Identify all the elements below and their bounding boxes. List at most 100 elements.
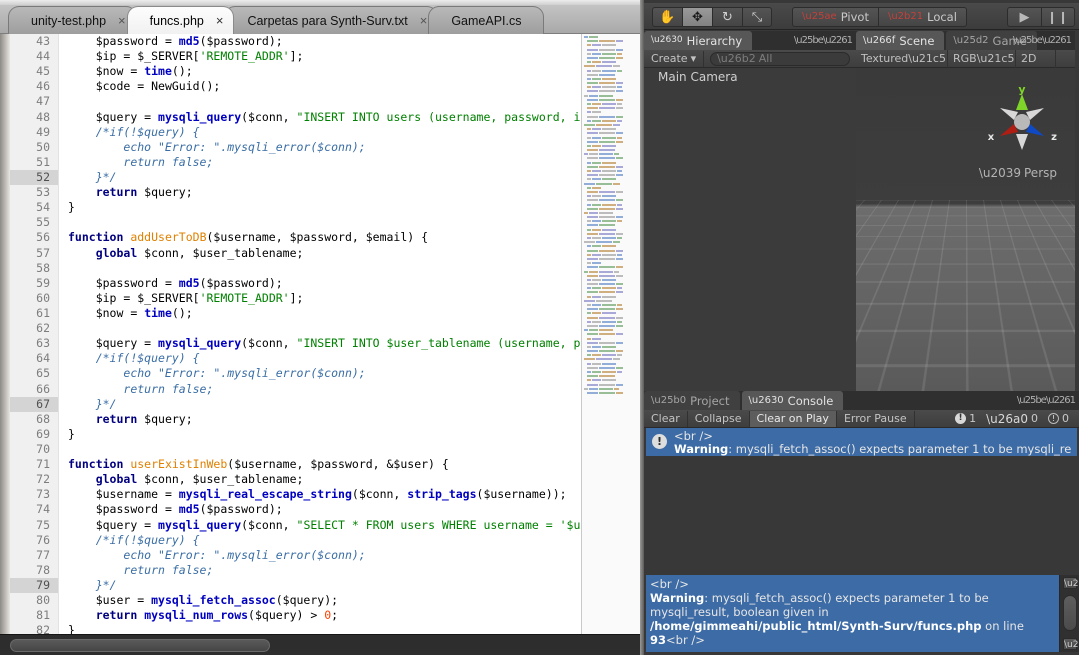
perspective-label[interactable]: \u2039 Persp <box>979 166 1057 180</box>
move-tool[interactable]: ✥ <box>682 7 712 27</box>
code-line[interactable]: $username = mysqli_real_escape_string($c… <box>66 487 580 502</box>
line-number: 69 <box>36 426 50 441</box>
code-line[interactable] <box>66 442 580 457</box>
console-options-icon[interactable]: \u25be\u2261 <box>1017 395 1076 406</box>
error-pause-button[interactable]: Error Pause <box>837 410 915 427</box>
code-line[interactable] <box>66 321 580 336</box>
collapse-button[interactable]: Collapse <box>688 410 750 427</box>
console-detail-pane[interactable]: <br /> Warning: mysqli_fetch_assoc() exp… <box>646 575 1059 652</box>
code-minimap[interactable] <box>581 34 640 634</box>
editor-tab-2[interactable]: Carpetas para Synth-Surv.txt × <box>224 6 439 34</box>
scene-axis-gizmo[interactable]: y x z <box>983 84 1061 162</box>
code-line[interactable]: }*/ <box>66 170 580 185</box>
close-icon[interactable]: × <box>118 14 126 27</box>
log-error-icon: ! <box>652 434 667 449</box>
svg-text:x: x <box>988 132 995 143</box>
code-line[interactable]: return $query; <box>66 185 580 200</box>
code-line[interactable]: $password = md5($password); <box>66 34 580 49</box>
draw-mode-dropdown[interactable]: Textured \u21c5 <box>856 49 948 68</box>
horizontal-scrollbar[interactable] <box>0 634 640 655</box>
editor-tab-1[interactable]: funcs.php × <box>126 6 235 34</box>
scroll-down-arrow-icon[interactable]: \u25bc <box>1063 638 1079 650</box>
code-line[interactable]: $query = mysqli_query($conn, "INSERT INT… <box>66 336 580 351</box>
code-line[interactable]: $query = mysqli_query($conn, "SELECT * F… <box>66 518 580 533</box>
code-line[interactable]: $code = NewGuid(); <box>66 79 580 94</box>
code-line[interactable]: $now = time(); <box>66 64 580 79</box>
code-line[interactable]: $ip = $_SERVER['REMOTE_ADDR']; <box>66 49 580 64</box>
scene-options-icon[interactable]: \u25be\u2261 <box>1013 35 1072 46</box>
code-line[interactable] <box>66 261 580 276</box>
hierarchy-search-input[interactable]: \u26b2 All <box>710 51 850 66</box>
line-number: 63 <box>36 336 50 351</box>
tab-project[interactable]: \u25b0 Project <box>644 391 740 410</box>
hand-tool[interactable]: ✋ <box>652 7 682 27</box>
code-line[interactable]: return $query; <box>66 412 580 427</box>
code-line[interactable]: $query = mysqli_query($conn, "INSERT INT… <box>66 110 580 125</box>
code-line[interactable] <box>66 94 580 109</box>
editor-left-edge <box>0 34 10 634</box>
line-number: 64 <box>36 351 50 366</box>
code-line[interactable]: return mysqli_num_rows($query) > 0; <box>66 608 580 623</box>
scroll-up-arrow-icon[interactable]: \u25b2 <box>1063 577 1079 589</box>
color-mode-dropdown[interactable]: RGB \u21c5 <box>948 49 1016 68</box>
code-line[interactable]: /*if(!$query) { <box>66 351 580 366</box>
console-log-entry[interactable]: ! <br /> Warning: mysqli_fetch_assoc() e… <box>646 428 1077 456</box>
line-number: 50 <box>36 139 50 154</box>
rotate-tool[interactable]: ↻ <box>712 7 742 27</box>
tab-scene[interactable]: \u266f Scene <box>856 31 945 50</box>
code-line[interactable]: echo "Error: ".mysqli_error($conn); <box>66 548 580 563</box>
code-line[interactable]: $password = md5($password); <box>66 276 580 291</box>
code-line[interactable]: }*/ <box>66 578 580 593</box>
code-line[interactable]: echo "Error: ".mysqli_error($conn); <box>66 366 580 381</box>
warning-counter[interactable]: \u26a0 0 <box>982 412 1042 425</box>
detail-scrollbar[interactable]: \u25b2 \u25bc <box>1059 575 1079 652</box>
code-line[interactable]: } <box>66 200 580 215</box>
hierarchy-tab-row: \u2630 Hierarchy \u25be\u2261 <box>644 31 856 50</box>
close-icon[interactable]: × <box>420 14 428 27</box>
horizontal-scrollbar-thumb[interactable] <box>10 639 270 652</box>
toggle-2d[interactable]: 2D <box>1016 49 1056 68</box>
detail-scrollbar-thumb[interactable] <box>1063 595 1077 631</box>
error-counter[interactable]: ! 1 <box>951 412 980 425</box>
code-line[interactable]: $password = md5($password); <box>66 502 580 517</box>
create-button[interactable]: Create ▾ <box>644 50 705 67</box>
code-text[interactable]: $password = md5($password); $ip = $_SERV… <box>66 34 580 634</box>
pivot-toggle[interactable]: \u25ae Pivot <box>792 7 878 27</box>
info-counter[interactable]: ! 0 <box>1044 412 1073 425</box>
code-line[interactable]: global $conn, $user_tablename; <box>66 472 580 487</box>
tab-console[interactable]: \u2630 Console <box>741 391 844 410</box>
clear-on-play-button[interactable]: Clear on Play <box>749 410 837 427</box>
play-button[interactable]: ▶ <box>1007 7 1041 27</box>
scale-tool[interactable]: ⤡ <box>742 7 772 27</box>
close-icon[interactable]: × <box>216 14 224 27</box>
editor-tab-0[interactable]: unity-test.php × <box>8 6 137 34</box>
code-line[interactable]: /*if(!$query) { <box>66 533 580 548</box>
editor-tab-3[interactable]: GameAPI.cs <box>428 6 545 34</box>
hierarchy-list[interactable]: Main Camera <box>644 68 856 391</box>
detail-line-1: <br /> <box>650 577 689 591</box>
code-line[interactable]: $now = time(); <box>66 306 580 321</box>
code-line[interactable]: $user = mysqli_fetch_assoc($query); <box>66 593 580 608</box>
code-line[interactable]: }*/ <box>66 397 580 412</box>
code-line[interactable]: function addUserToDB($username, $passwor… <box>66 230 580 245</box>
code-line[interactable]: echo "Error: ".mysqli_error($conn); <box>66 140 580 155</box>
code-line[interactable]: return false; <box>66 155 580 170</box>
hierarchy-item-0[interactable]: Main Camera <box>644 68 856 85</box>
console-icon: \u2630 <box>748 394 784 406</box>
code-line[interactable]: return false; <box>66 382 580 397</box>
tab-hierarchy[interactable]: \u2630 Hierarchy <box>644 31 753 50</box>
local-toggle[interactable]: \u2b21 Local <box>877 7 967 27</box>
pause-button[interactable]: ❙❙ <box>1041 7 1075 27</box>
code-line[interactable]: $ip = $_SERVER['REMOTE_ADDR']; <box>66 291 580 306</box>
code-line[interactable]: global $conn, $user_tablename; <box>66 246 580 261</box>
code-line[interactable]: } <box>66 427 580 442</box>
console-log-list[interactable]: ! <br /> Warning: mysqli_fetch_assoc() e… <box>644 428 1079 575</box>
hierarchy-options-icon[interactable]: \u25be\u2261 <box>794 35 853 46</box>
code-line[interactable]: } <box>66 623 580 634</box>
code-line[interactable] <box>66 215 580 230</box>
code-line[interactable]: function userExistInWeb($username, $pass… <box>66 457 580 472</box>
clear-button[interactable]: Clear <box>644 410 688 427</box>
code-line[interactable]: return false; <box>66 563 580 578</box>
code-line[interactable]: /*if(!$query) { <box>66 125 580 140</box>
scene-viewport[interactable]: y x z \u2039 Persp <box>856 68 1075 391</box>
